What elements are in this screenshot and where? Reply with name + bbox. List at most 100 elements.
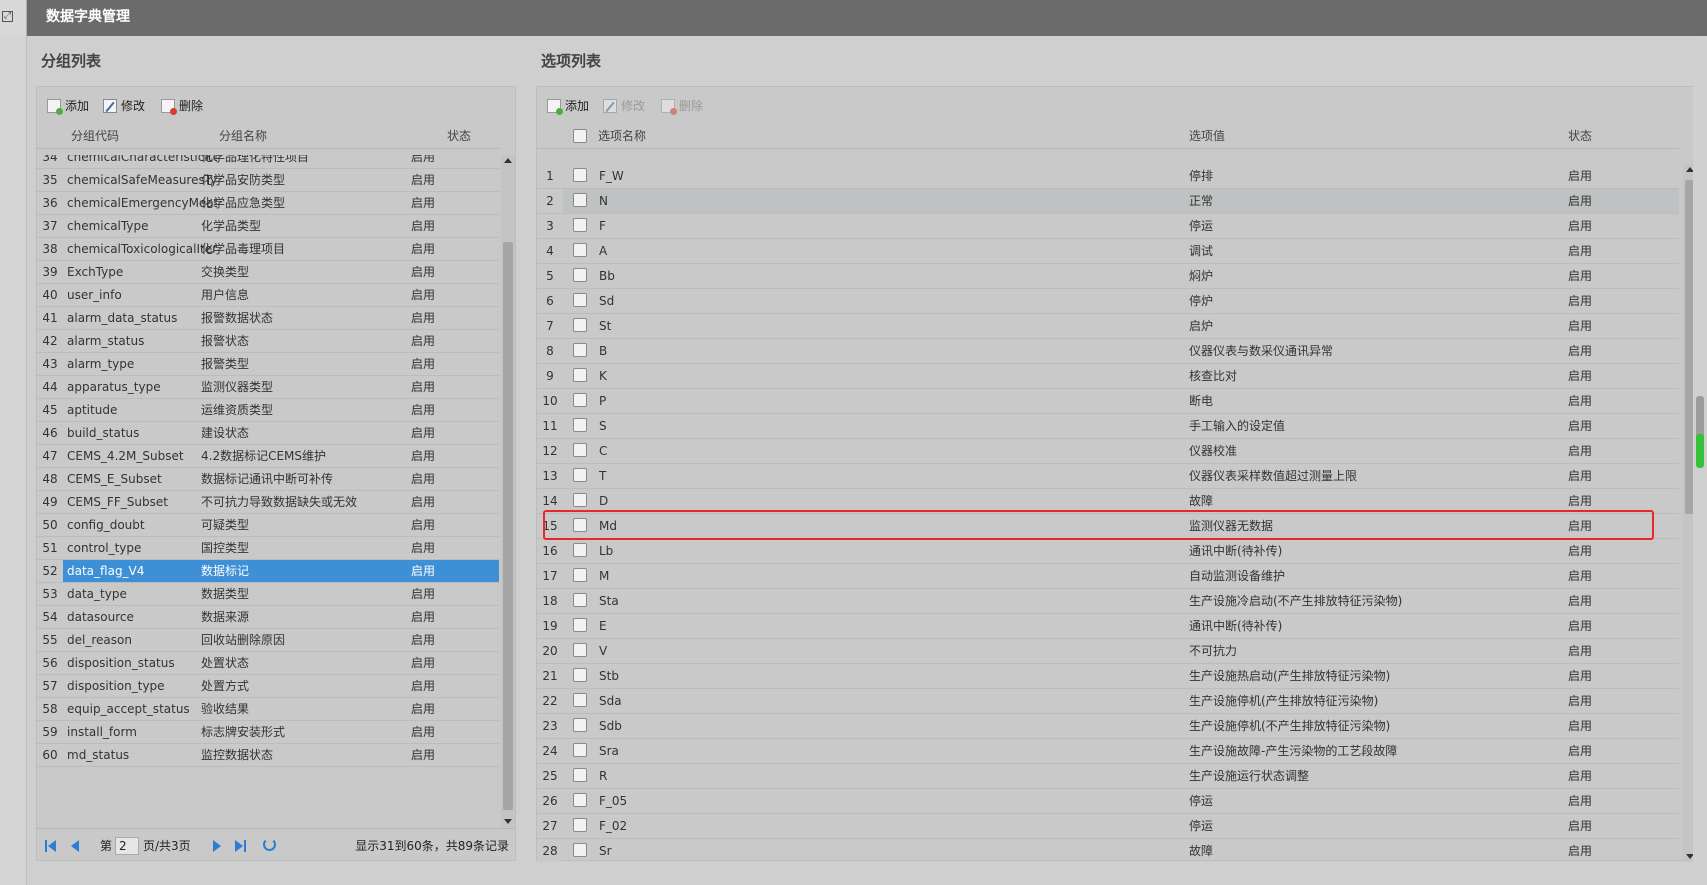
row-checkbox[interactable] [573,293,587,307]
option-row[interactable]: 1 F_W 停排 启用 [537,164,1679,189]
row-checkbox[interactable] [573,493,587,507]
group-list-scrollbar[interactable] [501,155,515,827]
option-row[interactable]: 11 S 手工输入的设定值 启用 [537,414,1679,439]
option-row[interactable]: 20 V 不可抗力 启用 [537,639,1679,664]
option-row[interactable]: 18 Sta 生产设施冷启动(不产生排放特征污染物) 启用 [537,589,1679,614]
row-checkbox[interactable] [573,643,587,657]
refresh-icon[interactable] [263,838,276,851]
group-row[interactable]: 60 md_status 监控数据状态 启用 [37,744,499,767]
row-checkbox[interactable] [573,568,587,582]
option-row[interactable]: 24 Sra 生产设施故障-产生污染物的工艺段故障 启用 [537,739,1679,764]
option-delete-button[interactable]: 删除 [659,97,703,115]
expand-icon[interactable]: ⤢ [2,11,13,22]
group-row[interactable]: 59 install_form 标志牌安装形式 启用 [37,721,499,744]
option-row[interactable]: 22 Sda 生产设施停机(产生排放特征污染物) 启用 [537,689,1679,714]
option-row[interactable]: 6 Sd 停炉 启用 [537,289,1679,314]
col-option-name[interactable]: 选项名称 [598,123,646,149]
row-checkbox[interactable] [573,843,587,857]
group-row[interactable]: 38 chemicalToxicologicalIter 化学品毒理项目 启用 [37,238,499,261]
row-checkbox[interactable] [573,768,587,782]
group-row[interactable]: 41 alarm_data_status 报警数据状态 启用 [37,307,499,330]
row-checkbox[interactable] [573,318,587,332]
row-checkbox[interactable] [573,443,587,457]
col-group-code[interactable]: 分组代码 [71,123,119,149]
col-option-value[interactable]: 选项值 [1189,123,1225,149]
group-row[interactable]: 45 aptitude 运维资质类型 启用 [37,399,499,422]
option-add-button[interactable]: 添加 [545,97,589,115]
group-row[interactable]: 36 chemicalEmergencyMeas 化学品应急类型 启用 [37,192,499,215]
group-row[interactable]: 54 datasource 数据来源 启用 [37,606,499,629]
group-row[interactable]: 47 CEMS_4.2M_Subset 4.2数据标记CEMS维护 启用 [37,445,499,468]
option-row[interactable]: 14 D 故障 启用 [537,489,1679,514]
option-row[interactable]: 2 N 正常 启用 [537,189,1679,214]
page-number-input[interactable] [115,837,139,855]
first-page-button[interactable] [45,840,57,852]
row-checkbox[interactable] [573,393,587,407]
group-row[interactable]: 46 build_status 建设状态 启用 [37,422,499,445]
col-group-name[interactable]: 分组名称 [219,123,267,149]
row-checkbox[interactable] [573,468,587,482]
group-row[interactable]: 53 data_type 数据类型 启用 [37,583,499,606]
group-row[interactable]: 58 equip_accept_status 验收结果 启用 [37,698,499,721]
group-row[interactable]: 35 chemicalSafeMeasuresTy 化学品安防类型 启用 [37,169,499,192]
group-scroll-thumb[interactable] [503,242,513,810]
last-page-button[interactable] [235,840,247,852]
row-checkbox[interactable] [573,368,587,382]
row-checkbox[interactable] [573,793,587,807]
scroll-up-icon[interactable] [504,158,512,163]
row-checkbox[interactable] [573,718,587,732]
group-row[interactable]: 39 ExchType 交换类型 启用 [37,261,499,284]
option-row[interactable]: 12 C 仪器校准 启用 [537,439,1679,464]
row-checkbox[interactable] [573,693,587,707]
option-row[interactable]: 19 E 通讯中断(待补传) 启用 [537,614,1679,639]
group-row[interactable]: 43 alarm_type 报警类型 启用 [37,353,499,376]
prev-page-button[interactable] [71,840,83,852]
group-row[interactable]: 50 config_doubt 可疑类型 启用 [37,514,499,537]
group-delete-button[interactable]: 删除 [159,97,203,115]
group-row[interactable]: 52 data_flag_V4 数据标记 启用 [37,560,499,583]
row-checkbox[interactable] [573,818,587,832]
group-row[interactable]: 48 CEMS_E_Subset 数据标记通讯中断可补传 启用 [37,468,499,491]
group-row[interactable]: 44 apparatus_type 监测仪器类型 启用 [37,376,499,399]
row-checkbox[interactable] [573,343,587,357]
option-edit-button[interactable]: 修改 [601,97,645,115]
option-row[interactable]: 17 M 自动监测设备维护 启用 [537,564,1679,589]
row-checkbox[interactable] [573,243,587,257]
group-row[interactable]: 57 disposition_type 处置方式 启用 [37,675,499,698]
scroll-down-icon[interactable] [504,819,512,824]
group-row[interactable]: 51 control_type 国控类型 启用 [37,537,499,560]
option-row[interactable]: 10 P 断电 启用 [537,389,1679,414]
select-all-checkbox[interactable] [573,129,587,143]
option-row[interactable]: 16 Lb 通讯中断(待补传) 启用 [537,539,1679,564]
option-row[interactable]: 25 R 生产设施运行状态调整 启用 [537,764,1679,789]
collapse-strip[interactable]: ⤢ [0,0,27,36]
group-row[interactable]: 55 del_reason 回收站删除原因 启用 [37,629,499,652]
option-row[interactable]: 26 F_05 停运 启用 [537,789,1679,814]
option-row[interactable]: 28 Sr 故障 启用 [537,839,1679,862]
row-checkbox[interactable] [573,593,587,607]
row-checkbox[interactable] [573,543,587,557]
option-row[interactable]: 21 Stb 生产设施热启动(产生排放特征污染物) 启用 [537,664,1679,689]
option-row[interactable]: 27 F_02 停运 启用 [537,814,1679,839]
group-row[interactable]: 37 chemicalType 化学品类型 启用 [37,215,499,238]
row-checkbox[interactable] [573,218,587,232]
row-checkbox[interactable] [573,193,587,207]
group-row[interactable]: 56 disposition_status 处置状态 启用 [37,652,499,675]
row-checkbox[interactable] [573,518,587,532]
col-option-status[interactable]: 状态 [1568,123,1592,149]
row-checkbox[interactable] [573,743,587,757]
group-row[interactable]: 40 user_info 用户信息 启用 [37,284,499,307]
group-row[interactable]: 49 CEMS_FF_Subset 不可抗力导致数据缺失或无效 启用 [37,491,499,514]
row-checkbox[interactable] [573,618,587,632]
option-row[interactable]: 23 Sdb 生产设施停机(不产生排放特征污染物) 启用 [537,714,1679,739]
option-row[interactable]: 8 B 仪器仪表与数采仪通讯异常 启用 [537,339,1679,364]
option-row[interactable]: 13 T 仪器仪表采样数值超过测量上限 启用 [537,464,1679,489]
group-add-button[interactable]: 添加 [45,97,89,115]
option-row[interactable]: 4 A 调试 启用 [537,239,1679,264]
option-row[interactable]: 3 F 停运 启用 [537,214,1679,239]
option-row[interactable]: 5 Bb 焖炉 启用 [537,264,1679,289]
row-checkbox[interactable] [573,668,587,682]
option-row[interactable]: 15 Md 监测仪器无数据 启用 [537,514,1679,539]
page-scrollbar[interactable] [1693,36,1707,885]
next-page-button[interactable] [213,840,225,852]
